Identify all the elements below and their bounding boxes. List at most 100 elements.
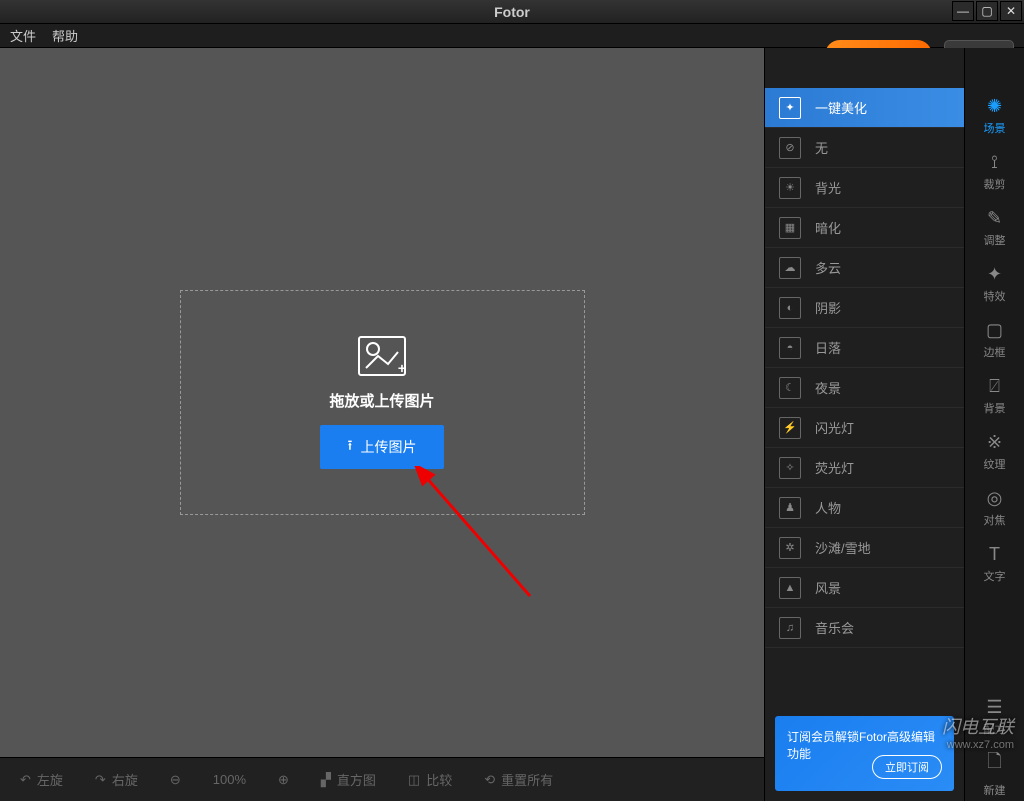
canvas-center: + 拖放或上传图片 ⭱ 上传图片 xyxy=(0,48,764,757)
tool-icon: T xyxy=(989,544,1000,565)
histogram-button[interactable]: ▞ 直方图 xyxy=(321,770,376,789)
compare-label: 比较 xyxy=(426,770,452,789)
filter-item-7[interactable]: ☾ 夜景 xyxy=(765,368,964,408)
filter-label: 阴影 xyxy=(815,298,841,317)
filter-item-6[interactable]: ◓日落 xyxy=(765,328,964,368)
tool-icon: ⟟ xyxy=(991,152,998,173)
reset-label: 重置所有 xyxy=(501,770,553,789)
rotate-left-icon: ↶ xyxy=(20,772,31,788)
compare-button[interactable]: ◫比较 xyxy=(408,770,452,789)
tool-裁剪[interactable]: ⟟ 裁剪 xyxy=(984,144,1006,200)
filter-label: 风景 xyxy=(815,578,841,597)
menu-file[interactable]: 文件 xyxy=(10,26,36,45)
zoom-in-icon: ⊕ xyxy=(278,772,289,788)
tool-背景[interactable]: ⍁ 背景 xyxy=(984,368,1006,424)
filter-item-0[interactable]: ✦ 一键美化 xyxy=(765,88,964,128)
zoom-in-button[interactable]: ⊕ xyxy=(278,772,289,788)
tool-新建[interactable]: 🗋 新建 xyxy=(984,745,1006,801)
rotate-right-label: 右旋 xyxy=(112,770,138,789)
app-title: Fotor xyxy=(494,4,530,20)
filter-item-11[interactable]: ✲ 沙滩/雪地 xyxy=(765,528,964,568)
bottombar: ↶左旋 ↷右旋 ⊖ 100% ⊕ ▞直方图 ◫比较 ⟲重置所有 xyxy=(0,757,764,801)
filter-icon: ✲ xyxy=(779,537,801,559)
filter-label: 沙滩/雪地 xyxy=(815,538,871,557)
image-placeholder-icon: + xyxy=(358,336,406,376)
promo-banner[interactable]: 订阅会员解锁Fotor高级编辑功能 立即订阅 xyxy=(775,716,954,791)
main-area: + 拖放或上传图片 ⭱ 上传图片 ↶左旋 ↷右旋 ⊖ 100% ⊕ ▞直方图 ◫… xyxy=(0,48,1024,801)
filter-icon: ▲ xyxy=(779,577,801,599)
histogram-label: 直方图 xyxy=(337,770,376,789)
zoom-out-icon: ⊖ xyxy=(170,772,181,788)
rotate-right-icon: ↷ xyxy=(95,772,106,788)
filter-item-4[interactable]: ☁多云 xyxy=(765,248,964,288)
filter-label: 多云 xyxy=(815,258,841,277)
tool-icon: ⍁ xyxy=(989,376,1000,397)
filter-label: 暗化 xyxy=(815,218,841,237)
filter-icon: ◐ xyxy=(779,297,801,319)
tool-label: 裁剪 xyxy=(984,176,1006,192)
filter-item-13[interactable]: ♫音乐会 xyxy=(765,608,964,648)
maximize-button[interactable]: ▢ xyxy=(976,1,998,21)
tool-icon: ☰ xyxy=(986,697,1002,718)
upload-label: 上传图片 xyxy=(360,437,416,457)
filter-icon: ✦ xyxy=(779,97,801,119)
titlebar: Fotor — ▢ ✕ xyxy=(0,0,1024,24)
filter-item-3[interactable]: ▦ 暗化 xyxy=(765,208,964,248)
tool-label: 背景 xyxy=(984,400,1006,416)
dropzone[interactable]: + 拖放或上传图片 ⭱ 上传图片 xyxy=(180,290,585,515)
tool-icon: ◎ xyxy=(987,488,1003,509)
filter-icon: ☀ xyxy=(779,177,801,199)
rotate-left-label: 左旋 xyxy=(37,770,63,789)
filter-item-8[interactable]: ⚡闪光灯 xyxy=(765,408,964,448)
filter-label: 荧光灯 xyxy=(815,458,854,477)
tool-icon: ※ xyxy=(987,432,1002,453)
tool-label: 对焦 xyxy=(984,512,1006,528)
filter-icon: ☾ xyxy=(779,377,801,399)
tool-label: 场景 xyxy=(984,120,1006,136)
tool-icon: 🗋 xyxy=(987,749,1001,779)
tool-icon: ▢ xyxy=(986,320,1003,341)
rotate-left-button[interactable]: ↶ 左旋 xyxy=(20,770,63,789)
tool-对焦[interactable]: ◎ 对焦 xyxy=(984,480,1006,536)
filter-label: 夜景 xyxy=(815,378,841,397)
filter-icon: ▦ xyxy=(779,217,801,239)
filter-label: 人物 xyxy=(815,498,841,517)
subscribe-button[interactable]: 立即订阅 xyxy=(872,755,942,779)
tool-label: 文字 xyxy=(984,568,1006,584)
tool-文字[interactable]: T 文字 xyxy=(984,536,1006,592)
tool-icon: ✎ xyxy=(987,208,1002,229)
minimize-button[interactable]: — xyxy=(952,1,974,21)
tool-边框[interactable]: ▢边框 xyxy=(984,312,1006,368)
tool-调整[interactable]: ✎ 调整 xyxy=(984,200,1006,256)
filter-label: 一键美化 xyxy=(815,98,867,117)
tool-特效[interactable]: ✦特效 xyxy=(984,256,1006,312)
menu-help[interactable]: 帮助 xyxy=(52,26,78,45)
tool-label: 配方 xyxy=(984,721,1006,737)
tool-配方[interactable]: ☰ 配方 xyxy=(984,689,1006,745)
filter-item-9[interactable]: ✧荧光灯 xyxy=(765,448,964,488)
zoom-out-button[interactable]: ⊖ xyxy=(170,772,181,788)
upload-button[interactable]: ⭱ 上传图片 xyxy=(320,425,445,469)
filter-item-5[interactable]: ◐ 阴影 xyxy=(765,288,964,328)
rotate-right-button[interactable]: ↷ 右旋 xyxy=(95,770,138,789)
reset-icon: ⟲ xyxy=(484,772,495,788)
tool-label: 调整 xyxy=(984,232,1006,248)
tool-纹理[interactable]: ※纹理 xyxy=(984,424,1006,480)
tool-label: 特效 xyxy=(984,288,1006,304)
tool-rail: ✺场景 ⟟ 裁剪 ✎ 调整 ✦特效▢边框 ⍁ 背景 ※纹理 ◎ 对焦 T 文字 ☰ 配方 🗋 新建 xyxy=(964,48,1024,801)
filter-label: 无 xyxy=(815,138,828,157)
close-button[interactable]: ✕ xyxy=(1000,1,1022,21)
tool-场景[interactable]: ✺场景 xyxy=(984,88,1006,144)
filter-panel: ✦ 一键美化 ⊘无 ☀ 背光 ▦ 暗化 ☁多云 ◐ 阴影 ◓日落 ☾ 夜景 ⚡闪光灯✧荧光灯♟人物 ✲ 沙滩/… xyxy=(764,48,964,801)
histogram-icon: ▞ xyxy=(321,772,331,788)
filter-icon: ♫ xyxy=(779,617,801,639)
tool-label: 新建 xyxy=(984,782,1006,798)
filter-label: 背光 xyxy=(815,178,841,197)
filter-label: 闪光灯 xyxy=(815,418,854,437)
canvas-area: + 拖放或上传图片 ⭱ 上传图片 ↶左旋 ↷右旋 ⊖ 100% ⊕ ▞直方图 ◫… xyxy=(0,48,764,801)
filter-item-2[interactable]: ☀ 背光 xyxy=(765,168,964,208)
filter-item-12[interactable]: ▲ 风景 xyxy=(765,568,964,608)
filter-item-1[interactable]: ⊘无 xyxy=(765,128,964,168)
filter-item-10[interactable]: ♟人物 xyxy=(765,488,964,528)
reset-button[interactable]: ⟲ 重置所有 xyxy=(484,770,553,789)
